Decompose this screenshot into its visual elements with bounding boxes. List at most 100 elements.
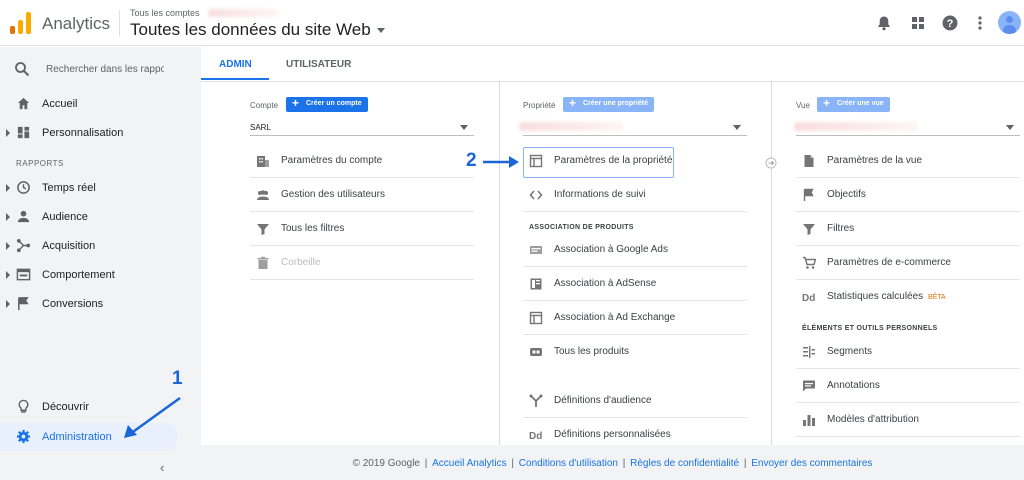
create-view-button[interactable]: Créer une vue: [817, 96, 890, 112]
sidebar-item-comportement[interactable]: Comportement: [0, 262, 201, 288]
view-column-label: Vue: [796, 101, 810, 110]
sidebar-item-label: Accueil: [42, 98, 78, 110]
list-item-parametres-vue[interactable]: Paramètres de la vue: [796, 144, 1020, 178]
expand-arrow-icon: [6, 271, 10, 279]
dd-icon: Dd: [529, 431, 542, 442]
chevron-down-icon: [460, 125, 468, 130]
list-item-ecommerce[interactable]: Paramètres de e-commerce: [796, 246, 1020, 280]
bell-icon[interactable]: [876, 15, 892, 31]
more-vert-icon[interactable]: [972, 15, 988, 31]
expand-arrow-icon: [6, 300, 10, 308]
list-item-annotations[interactable]: Annotations: [796, 369, 1020, 403]
property-column-label: Propriété: [523, 101, 556, 110]
analytics-logo[interactable]: [10, 12, 32, 34]
list-item-gestion-utilisateurs[interactable]: Gestion des utilisateurs: [250, 178, 474, 212]
list-item-definitions-audience[interactable]: Définitions d'audience: [523, 384, 747, 418]
account-view-selector[interactable]: Toutes les données du site Web: [130, 20, 385, 40]
lightbulb-icon: [18, 399, 29, 413]
footer-link-commentaires[interactable]: Envoyer des commentaires: [751, 458, 872, 469]
create-property-button[interactable]: Créer une propriété: [563, 96, 654, 112]
help-icon[interactable]: ?: [942, 15, 958, 31]
list-item-objectifs[interactable]: Objectifs: [796, 178, 1020, 212]
account-column-label: Compte: [250, 101, 279, 110]
redacted-view-name: [794, 122, 918, 131]
top-bar: Analytics Tous les comptes Toutes les do…: [0, 0, 1024, 46]
list-item-label: Tous les produits: [554, 346, 630, 357]
list-item-tous-filtres[interactable]: Tous les filtres: [250, 212, 474, 246]
list-item-label: Association à Google Ads: [554, 244, 668, 255]
footer-separator: |: [619, 458, 629, 469]
flag-icon: [18, 297, 29, 311]
sidebar-item-personnalisation[interactable]: Personnalisation: [0, 120, 201, 146]
app-title: Analytics: [42, 14, 111, 33]
list-item-label: Annotations: [827, 380, 880, 391]
footer: © 2019 Google | Accueil Analytics | Cond…: [201, 445, 1024, 480]
list-item-label: Corbeille: [281, 257, 321, 268]
sidebar-item-label: Conversions: [42, 298, 104, 310]
products-icon: [530, 348, 542, 356]
list-item-label: Paramètres de la propriété: [554, 155, 673, 166]
list-item-statistiques-calculees[interactable]: Dd Statistiques calculées BÊTA: [796, 280, 1020, 314]
column-divider: [499, 82, 500, 446]
list-item-parametres-propriete[interactable]: Paramètres de la propriété: [523, 144, 747, 178]
building-icon: [257, 156, 269, 167]
list-item-segments[interactable]: Segments: [796, 335, 1020, 369]
adexchange-icon: [529, 311, 543, 325]
apps-grid-icon[interactable]: [910, 15, 926, 31]
search-input[interactable]: Rechercher dans les rapport: [46, 64, 164, 75]
tab-admin[interactable]: ADMIN: [219, 59, 252, 70]
comment-icon: [803, 380, 815, 392]
list-item-modeles-attribution[interactable]: Modèles d'attribution: [796, 403, 1020, 437]
list-item-label: Modèles d'attribution: [827, 414, 919, 425]
tab-utilisateur[interactable]: UTILISATEUR: [286, 59, 351, 70]
sidebar-item-audience[interactable]: Audience: [0, 204, 201, 230]
create-account-button[interactable]: Créer un compte: [286, 96, 368, 112]
avatar[interactable]: [998, 11, 1021, 34]
list-item-informations-suivi[interactable]: Informations de suivi: [523, 178, 747, 212]
dashboard-icon: [17, 126, 30, 139]
footer-separator: |: [508, 458, 517, 469]
sidebar-item-label: Découvrir: [42, 401, 90, 413]
list-item-adsense[interactable]: Association à AdSense: [523, 267, 747, 301]
list-item-label: Tous les filtres: [281, 223, 345, 234]
footer-copyright: © 2019 Google: [352, 458, 420, 469]
footer-link-accueil[interactable]: Accueil Analytics: [432, 458, 506, 469]
list-item-filtres[interactable]: Filtres: [796, 212, 1020, 246]
list-item-parametres-compte[interactable]: Paramètres du compte: [250, 144, 474, 178]
footer-link-confidentialite[interactable]: Règles de confidentialité: [630, 458, 739, 469]
section-header-association: ASSOCIATION DE PRODUITS: [529, 224, 634, 231]
segments-icon: [803, 346, 815, 358]
sidebar-item-conversions[interactable]: Conversions: [0, 291, 201, 317]
footer-separator: |: [741, 458, 750, 469]
sidebar-item-accueil[interactable]: Accueil: [0, 91, 201, 117]
collapse-sidebar-icon[interactable]: ‹: [160, 460, 164, 475]
home-icon: [17, 97, 30, 110]
search-icon: [15, 62, 30, 77]
tab-active-indicator: [201, 78, 269, 80]
filter-icon: [257, 224, 269, 235]
code-icon: [529, 190, 543, 200]
list-item-label: Filtres: [827, 223, 855, 234]
sidebar-item-label: Acquisition: [42, 240, 96, 252]
dd-icon: Dd: [802, 293, 815, 304]
list-item-google-ads[interactable]: Association à Google Ads: [523, 233, 747, 267]
list-item-tous-produits[interactable]: Tous les produits: [523, 335, 747, 369]
account-select[interactable]: SARL: [250, 120, 474, 136]
section-header-elements: ÉLÉMENTS ET OUTILS PERSONNELS: [802, 325, 938, 332]
trash-icon: [257, 256, 269, 269]
list-item-label: Paramètres de la vue: [827, 155, 923, 166]
list-item-ad-exchange[interactable]: Association à Ad Exchange: [523, 301, 747, 335]
redacted-account-name: [208, 9, 278, 17]
svg-text:Dd: Dd: [802, 293, 815, 304]
search-bar[interactable]: Rechercher dans les rapport: [0, 47, 201, 91]
annotation-number-2: 2: [466, 150, 477, 171]
sidebar-item-acquisition[interactable]: Acquisition: [0, 233, 201, 259]
sidebar-item-temps-reel[interactable]: Temps réel: [0, 175, 201, 201]
clock-icon: [17, 181, 30, 194]
adsense-icon: [530, 278, 542, 290]
footer-link-conditions[interactable]: Conditions d'utilisation: [519, 458, 618, 469]
redacted-property-name: [519, 122, 623, 131]
tab-bar: ADMIN UTILISATEUR: [201, 47, 1024, 81]
annotation-arrow-2: [483, 156, 519, 168]
annotation-number-1: 1: [172, 368, 183, 389]
